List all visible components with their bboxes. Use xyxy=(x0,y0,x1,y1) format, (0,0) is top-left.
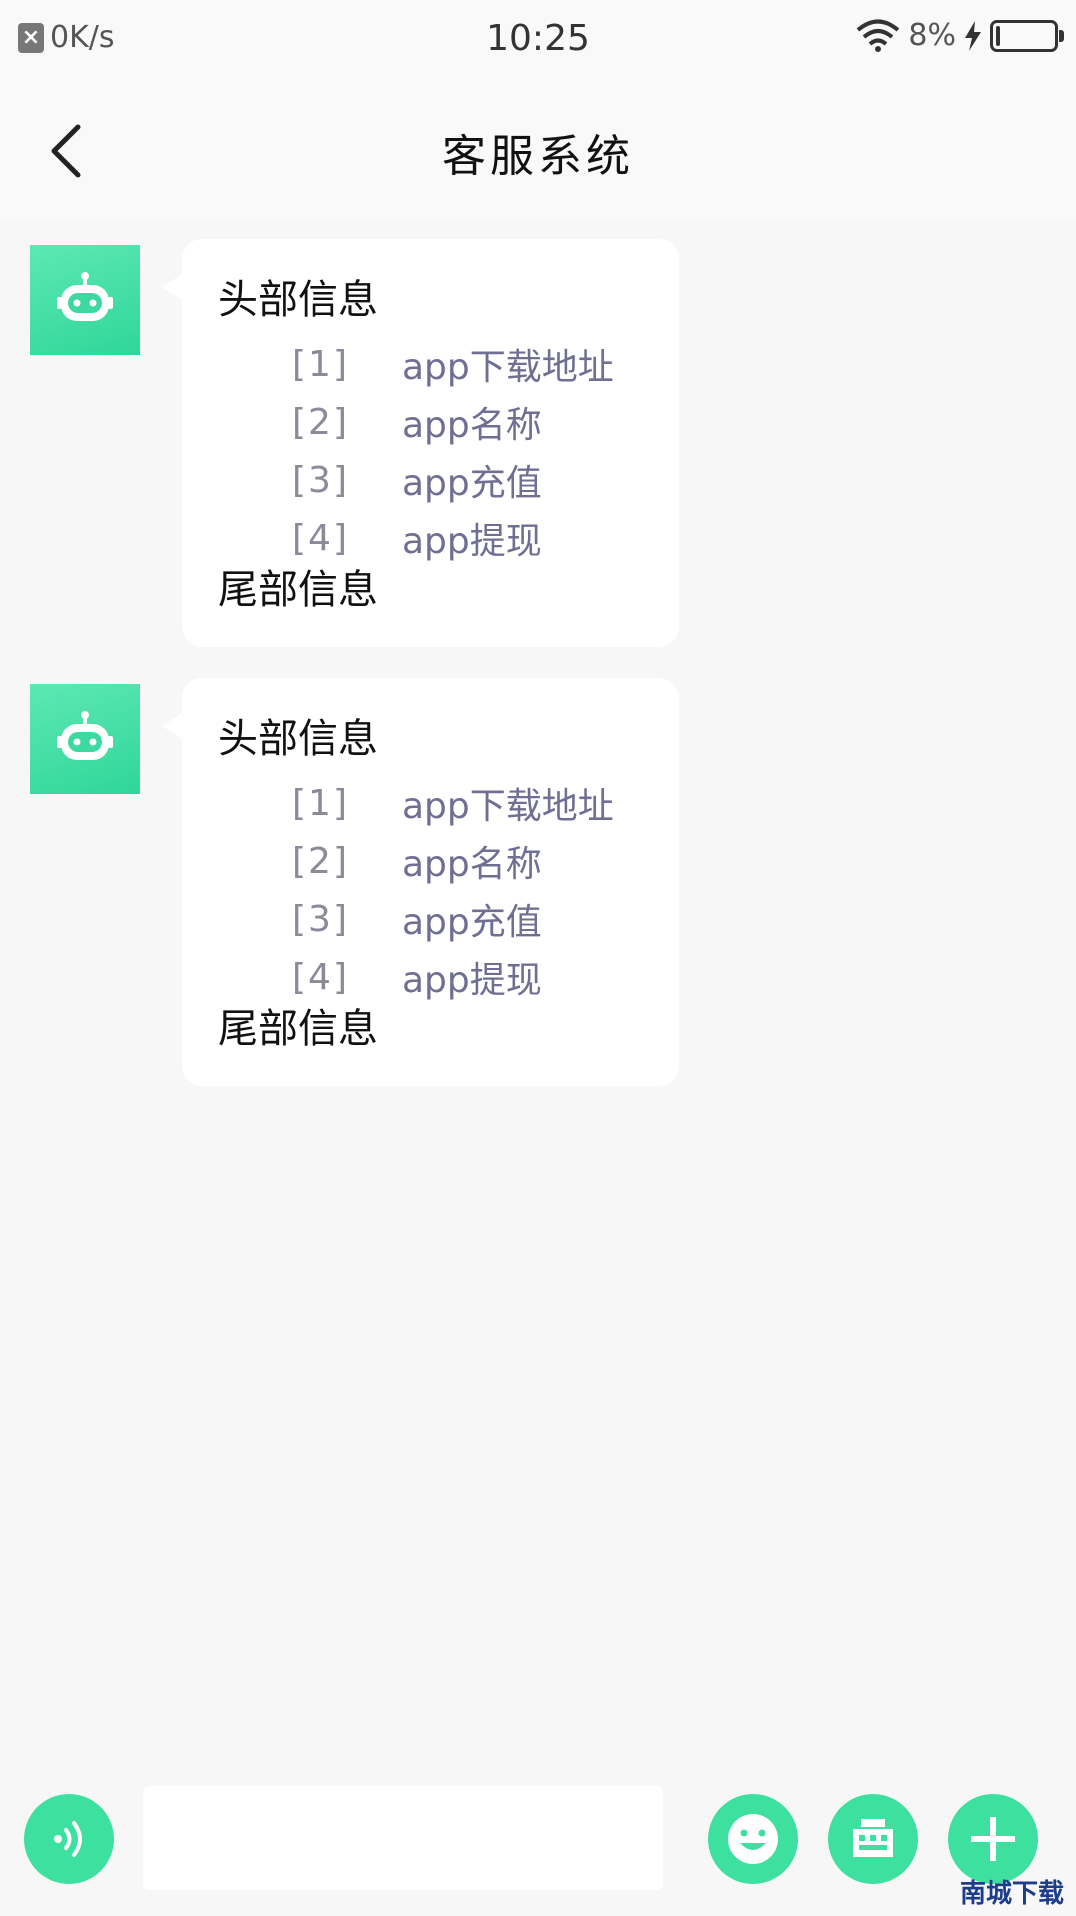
plus-button[interactable] xyxy=(948,1794,1038,1884)
menu-label: app充值 xyxy=(402,463,542,504)
menu-item[interactable]: [1] app下载地址 xyxy=(292,774,614,832)
menu-number: [4] xyxy=(292,517,349,559)
battery-percent: 8% xyxy=(908,18,956,53)
message-footer: 尾部信息 xyxy=(218,567,378,613)
menu-item[interactable]: [3] app充值 xyxy=(292,451,614,509)
menu-label: app提现 xyxy=(402,521,542,562)
menu-label: app名称 xyxy=(402,405,542,446)
robot-icon xyxy=(57,711,113,760)
menu-label: app下载地址 xyxy=(402,786,614,827)
menu-number: [4] xyxy=(292,956,349,998)
message-bubble: 头部信息 [1] app下载地址 [2] app名称 [3] app充值 [4] app… xyxy=(162,678,679,1086)
plus-icon xyxy=(971,1817,1015,1861)
menu-item[interactable]: [3] app充值 xyxy=(292,890,614,948)
message-header: 头部信息 xyxy=(218,716,378,762)
menu-item[interactable]: [1] app下载地址 xyxy=(292,335,614,393)
menu-number: [3] xyxy=(292,898,349,940)
wifi-icon xyxy=(857,19,900,52)
menu-label: app充值 xyxy=(402,902,542,943)
battery-icon xyxy=(990,19,1064,52)
page-title: 客服系统 xyxy=(442,131,634,182)
menu-number: [1] xyxy=(292,782,349,824)
menu-item[interactable]: [2] app名称 xyxy=(292,393,614,451)
battery-fill xyxy=(996,25,1001,46)
bot-avatar xyxy=(30,245,140,355)
message-footer: 尾部信息 xyxy=(218,1006,378,1052)
menu-number: [3] xyxy=(292,459,349,501)
status-right: 8% xyxy=(856,18,1064,53)
voice-button[interactable] xyxy=(24,1794,114,1884)
keyboard-button[interactable] xyxy=(828,1794,918,1884)
menu-item[interactable]: [2] app名称 xyxy=(292,832,614,890)
app-header: 客服系统 xyxy=(0,76,1076,220)
watermark-logo: 南城下载 xyxy=(959,1878,1064,1908)
message-header: 头部信息 xyxy=(218,277,378,323)
menu-label: app名称 xyxy=(402,844,542,885)
charging-icon xyxy=(965,20,981,51)
menu-list: [1] app下载地址 [2] app名称 [3] app充值 [4] app提现 xyxy=(292,335,614,567)
menu-label: app下载地址 xyxy=(402,347,614,388)
menu-number: [2] xyxy=(292,401,349,443)
voice-wave-icon xyxy=(54,1821,82,1857)
menu-label: app提现 xyxy=(402,960,542,1001)
smiley-icon xyxy=(728,1814,778,1864)
keyboard-icon xyxy=(853,1819,893,1857)
bot-avatar xyxy=(30,684,140,794)
robot-icon xyxy=(57,272,113,321)
menu-number: [2] xyxy=(292,840,349,882)
menu-list: [1] app下载地址 [2] app名称 [3] app充值 [4] app提现 xyxy=(292,774,614,1006)
emoji-button[interactable] xyxy=(708,1794,798,1884)
menu-number: [1] xyxy=(292,343,349,385)
status-bar: × 0K/s 10:25 8% xyxy=(0,0,1076,76)
message-input[interactable] xyxy=(143,1786,663,1890)
message-bubble: 头部信息 [1] app下载地址 [2] app名称 [3] app充值 [4] app… xyxy=(162,239,679,647)
input-bar: 南城下载 xyxy=(0,1780,1076,1916)
